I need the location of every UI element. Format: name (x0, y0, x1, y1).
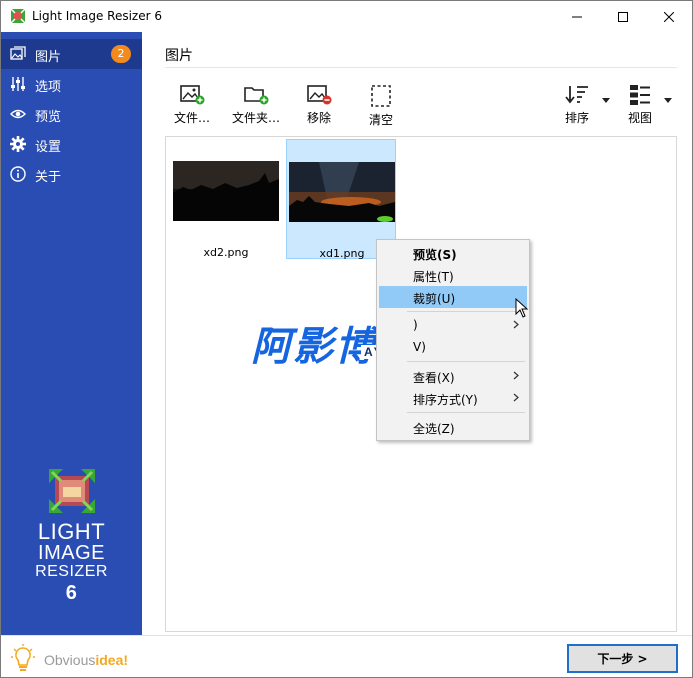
brand-prefix: Obvious (44, 652, 96, 668)
maximize-button[interactable] (600, 1, 646, 32)
clear-label: 清空 (368, 113, 393, 127)
context-menu: 预览(S) 属性(T) 裁剪(U) ) V) 查看(X) 排序方式(Y) 全选(… (376, 239, 530, 441)
title-divider (165, 67, 677, 68)
clear-icon (371, 85, 391, 107)
app-icon (11, 9, 25, 23)
minimize-icon (572, 16, 582, 17)
remove-label: 移除 (306, 111, 331, 125)
view-label: 视图 (627, 111, 652, 125)
chevron-right-icon (513, 393, 519, 402)
menu-item-label: ) (413, 318, 418, 332)
sort-icon (565, 86, 588, 104)
close-icon (664, 11, 674, 22)
image-thumbnail (289, 162, 395, 222)
remove-button[interactable]: 移除 (301, 84, 337, 130)
image-filename: xd2.png (203, 246, 249, 259)
logo-text-image: IMAGE (38, 542, 105, 564)
menu-item-submenu-1[interactable]: ) (379, 314, 527, 336)
menu-item-sort-by[interactable]: 排序方式(Y) (379, 387, 527, 409)
next-step-button[interactable]: 下一步 > (567, 644, 678, 673)
brand-accent: idea! (95, 652, 129, 668)
menu-item-label: 属性(T) (413, 270, 454, 284)
add-folder-button[interactable]: 文件夹… (228, 84, 284, 130)
close-button[interactable] (646, 1, 692, 32)
add-files-button[interactable]: 文件… (170, 84, 214, 130)
sidebar-item-label: 选项 (35, 80, 62, 95)
images-icon (10, 46, 26, 60)
view-button[interactable]: 视图 (622, 84, 658, 130)
sidebar-item-about[interactable]: 关于 (1, 159, 142, 189)
menu-item-label: 预览(S) (413, 248, 457, 262)
chevron-right-icon (513, 371, 519, 380)
sidebar-item-preview[interactable]: 预览 (1, 99, 142, 129)
sidebar-item-label: 关于 (35, 170, 62, 185)
brand-name: Obviousidea! (44, 652, 128, 668)
sidebar-item-options[interactable]: 选项 (1, 69, 142, 99)
menu-separator (407, 361, 525, 362)
menu-separator (407, 412, 525, 413)
window-title: Light Image Resizer 6 (32, 9, 162, 23)
view-dropdown-icon[interactable] (664, 98, 672, 104)
sort-button[interactable]: 排序 (559, 84, 595, 130)
menu-item-obscured[interactable]: V) (379, 336, 527, 358)
maximize-icon (618, 11, 628, 22)
clear-button[interactable]: 清空 (363, 84, 399, 130)
sort-label: 排序 (564, 111, 589, 125)
menu-item-label: V) (413, 340, 426, 354)
remove-image-icon (307, 85, 332, 105)
logo-text-version: 6 (65, 582, 78, 604)
menu-separator (407, 311, 525, 312)
add-folder-icon (244, 87, 269, 105)
footer-divider (142, 635, 692, 636)
add-image-icon (180, 85, 205, 105)
menu-item-select-all[interactable]: 全选(Z) (379, 416, 527, 438)
eye-icon (10, 109, 26, 119)
menu-item-view[interactable]: 查看(X) (379, 365, 527, 387)
app-window: Light Image Resizer 6 图片 2 选项 预览 设置 关于 L… (0, 0, 693, 678)
mouse-cursor-icon (515, 298, 529, 318)
sliders-icon (11, 77, 25, 91)
menu-item-label: 排序方式(Y) (413, 393, 478, 407)
title-bar: Light Image Resizer 6 (1, 1, 692, 32)
sidebar-item-label: 设置 (35, 140, 62, 155)
sidebar-item-settings[interactable]: 设置 (1, 129, 142, 159)
menu-item-label: 查看(X) (413, 371, 455, 385)
menu-item-preview[interactable]: 预览(S) (379, 242, 527, 264)
add-files-label: 文件… (173, 111, 210, 125)
sidebar-item-label: 预览 (35, 110, 62, 125)
menu-item-properties[interactable]: 属性(T) (379, 264, 527, 286)
info-icon (10, 166, 26, 182)
menu-item-label: 裁剪(U) (413, 292, 456, 306)
sidebar-item-images[interactable]: 图片 2 (1, 39, 142, 69)
sort-dropdown-icon[interactable] (602, 98, 610, 104)
image-thumbnail (173, 161, 279, 221)
view-list-icon (630, 85, 650, 105)
app-logo-icon (49, 469, 95, 513)
add-folder-label: 文件夹… (231, 111, 280, 125)
image-item-xd2[interactable]: xd2.png (171, 139, 281, 259)
sidebar-item-label: 图片 (35, 50, 62, 65)
image-count-badge: 2 (111, 45, 131, 63)
minimize-button[interactable] (554, 1, 600, 32)
gear-icon (10, 136, 26, 152)
lightbulb-icon (11, 644, 35, 671)
menu-item-crop[interactable]: 裁剪(U) (379, 286, 527, 308)
brand-bar[interactable]: Obviousidea! (1, 635, 142, 677)
sidebar: 图片 2 选项 预览 设置 关于 LIGHT IMAGE RESIZER 6 (1, 32, 142, 635)
menu-item-label: 全选(Z) (413, 422, 455, 436)
chevron-right-icon (513, 320, 519, 329)
page-title: 图片 (165, 48, 193, 64)
logo-text-resizer: RESIZER (35, 563, 108, 580)
